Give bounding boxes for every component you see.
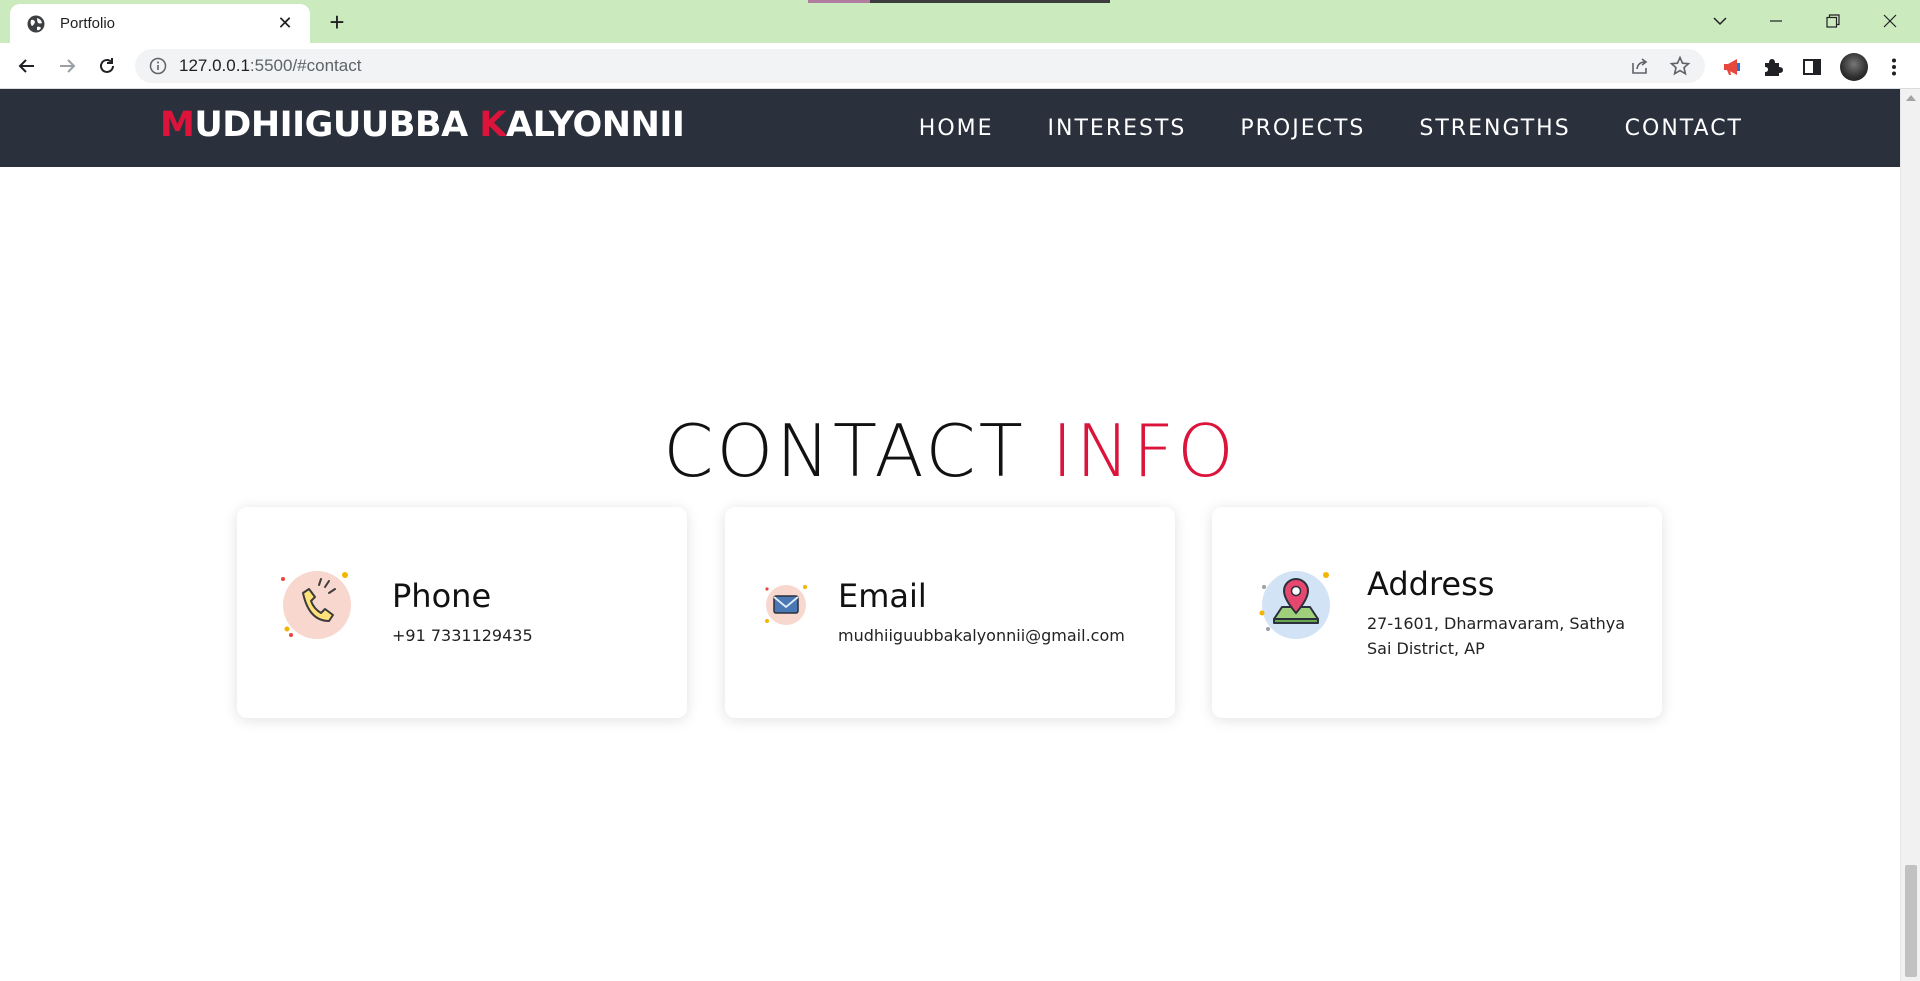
- page-viewport: MUDHIIGUUBBA KALYONNII HOME INTERESTS PR…: [0, 89, 1920, 981]
- info-icon[interactable]: [149, 57, 167, 75]
- megaphone-icon: [1724, 59, 1740, 75]
- logo-first-rest: UDHIIGUUBBA: [194, 105, 480, 145]
- contact-section-title: CONTACT INFO: [0, 409, 1900, 493]
- nav-projects-link[interactable]: PROJECTS: [1240, 116, 1365, 141]
- back-button[interactable]: [12, 51, 42, 81]
- email-card: Email mudhiiguubbakalyonnii@gmail.com: [725, 507, 1175, 718]
- close-tab-icon[interactable]: ✕: [274, 13, 296, 34]
- title-accent: INFO: [1051, 409, 1237, 493]
- restore-icon: [1826, 14, 1840, 28]
- puzzle-icon: [1765, 59, 1783, 76]
- scroll-up-arrow-icon[interactable]: [1906, 95, 1916, 101]
- profile-avatar[interactable]: [1840, 53, 1868, 81]
- url-host: 127.0.0.1: [179, 56, 250, 75]
- map-pin-icon: [1259, 571, 1330, 639]
- nav-home-link[interactable]: HOME: [919, 116, 994, 141]
- tab-strip-indicator: [808, 0, 1110, 3]
- address-bar[interactable]: 127.0.0.1:5500/#contact: [135, 49, 1705, 83]
- browser-menu-button[interactable]: [1880, 53, 1908, 81]
- nav-contact-link[interactable]: CONTACT: [1625, 116, 1743, 141]
- share-icon[interactable]: [1629, 55, 1651, 77]
- address-line-1: 27-1601, Dharmavaram, Sathya: [1367, 614, 1626, 633]
- minimize-icon: [1770, 20, 1782, 22]
- globe-icon: [27, 15, 45, 32]
- phone-icon: [281, 571, 351, 639]
- scrollbar-thumb[interactable]: [1905, 865, 1917, 977]
- address-label: Address: [1367, 565, 1495, 603]
- page-scrollbar[interactable]: [1900, 89, 1920, 981]
- email-value[interactable]: mudhiiguubbakalyonnii@gmail.com: [838, 623, 1125, 648]
- title-main: CONTACT: [663, 409, 1026, 493]
- reload-icon: [100, 58, 114, 73]
- site-nav: HOME INTERESTS PROJECTS STRENGTHS CONTAC…: [865, 89, 1743, 167]
- side-panel-icon: [1803, 59, 1821, 75]
- close-icon: [1883, 14, 1897, 28]
- phone-label: Phone: [392, 577, 492, 615]
- extensions-button[interactable]: [1758, 53, 1786, 81]
- phone-card: Phone +91 7331129435: [237, 507, 687, 718]
- reload-button[interactable]: [92, 51, 122, 81]
- address-line-2: Sai District, AP: [1367, 639, 1485, 658]
- browser-tab[interactable]: Portfolio ✕: [10, 4, 310, 43]
- side-panel-button[interactable]: [1798, 53, 1826, 81]
- email-icon: [765, 585, 807, 625]
- new-tab-button[interactable]: +: [323, 8, 351, 36]
- close-window-button[interactable]: [1870, 6, 1910, 36]
- logo-initial-first: M: [160, 105, 195, 145]
- restore-button[interactable]: [1813, 6, 1853, 36]
- browser-toolbar: 127.0.0.1:5500/#contact: [0, 43, 1920, 89]
- chevron-down-icon: [1713, 17, 1727, 26]
- minimize-button[interactable]: [1756, 6, 1796, 36]
- site-logo[interactable]: MUDHIIGUUBBA KALYONNII: [160, 105, 685, 145]
- url-path: :5500/#contact: [249, 56, 362, 75]
- nav-interests-link[interactable]: INTERESTS: [1048, 116, 1187, 141]
- address-card: Address 27-1601, Dharmavaram, Sathya Sai…: [1212, 507, 1662, 718]
- arrow-left-icon: [18, 59, 34, 73]
- site-header: MUDHIIGUUBBA KALYONNII HOME INTERESTS PR…: [0, 89, 1900, 167]
- arrow-right-icon: [60, 59, 76, 73]
- address-value[interactable]: 27-1601, Dharmavaram, Sathya Sai Distric…: [1367, 611, 1625, 661]
- bookmark-star-icon[interactable]: [1669, 55, 1691, 77]
- email-label: Email: [838, 577, 927, 615]
- nav-strengths-link[interactable]: STRENGTHS: [1419, 116, 1570, 141]
- megaphone-extension-button[interactable]: [1718, 53, 1746, 81]
- tab-title: Portfolio: [60, 15, 116, 32]
- more-vert-icon: [1892, 58, 1896, 76]
- logo-last-rest: ALYONNII: [505, 105, 685, 145]
- tab-search-button[interactable]: [1700, 6, 1740, 36]
- phone-value[interactable]: +91 7331129435: [392, 623, 533, 648]
- logo-initial-last: K: [479, 105, 506, 145]
- url-text[interactable]: 127.0.0.1:5500/#contact: [179, 56, 1611, 76]
- browser-tab-strip: Portfolio ✕ +: [0, 0, 1920, 43]
- forward-button[interactable]: [52, 51, 82, 81]
